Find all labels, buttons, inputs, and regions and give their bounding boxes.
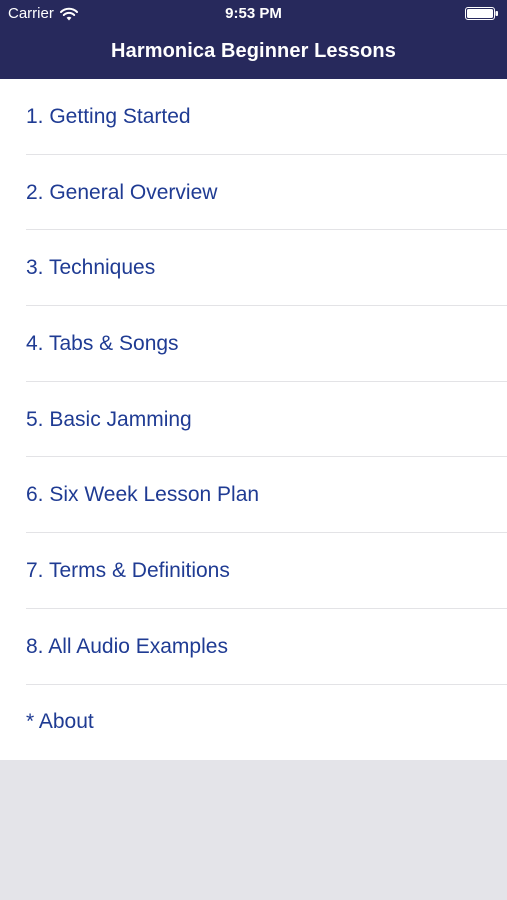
lesson-item-label: 3. Techniques <box>26 256 156 280</box>
lesson-item-terms-definitions[interactable]: 7. Terms & Definitions <box>0 533 507 609</box>
lesson-item-techniques[interactable]: 3. Techniques <box>0 230 507 306</box>
battery-icon <box>465 7 498 20</box>
lesson-item-six-week-plan[interactable]: 6. Six Week Lesson Plan <box>0 457 507 533</box>
status-bar: Carrier 9:53 PM <box>0 0 507 28</box>
lesson-item-getting-started[interactable]: 1. Getting Started <box>0 79 507 155</box>
lesson-item-general-overview[interactable]: 2. General Overview <box>0 155 507 231</box>
lesson-item-label: * About <box>26 710 94 734</box>
status-time: 9:53 PM <box>225 5 282 22</box>
lesson-item-label: 1. Getting Started <box>26 104 191 128</box>
lesson-item-about[interactable]: * About <box>0 685 507 761</box>
lesson-item-label: 8. All Audio Examples <box>26 634 228 658</box>
lesson-item-label: 5. Basic Jamming <box>26 407 192 431</box>
lesson-item-audio-examples[interactable]: 8. All Audio Examples <box>0 609 507 685</box>
lesson-item-label: 7. Terms & Definitions <box>26 558 230 582</box>
page-title: Harmonica Beginner Lessons <box>111 40 396 62</box>
top-bar: Carrier 9:53 PM Harmonica Beginner Lesso… <box>0 0 507 79</box>
lesson-item-label: 6. Six Week Lesson Plan <box>26 483 260 507</box>
empty-background-area <box>0 760 507 900</box>
lesson-item-tabs-and-songs[interactable]: 4. Tabs & Songs <box>0 306 507 382</box>
lesson-item-basic-jamming[interactable]: 5. Basic Jamming <box>0 382 507 458</box>
lesson-item-label: 4. Tabs & Songs <box>26 331 179 355</box>
lesson-item-label: 2. General Overview <box>26 180 218 204</box>
lesson-list: 1. Getting Started 2. General Overview 3… <box>0 79 507 760</box>
